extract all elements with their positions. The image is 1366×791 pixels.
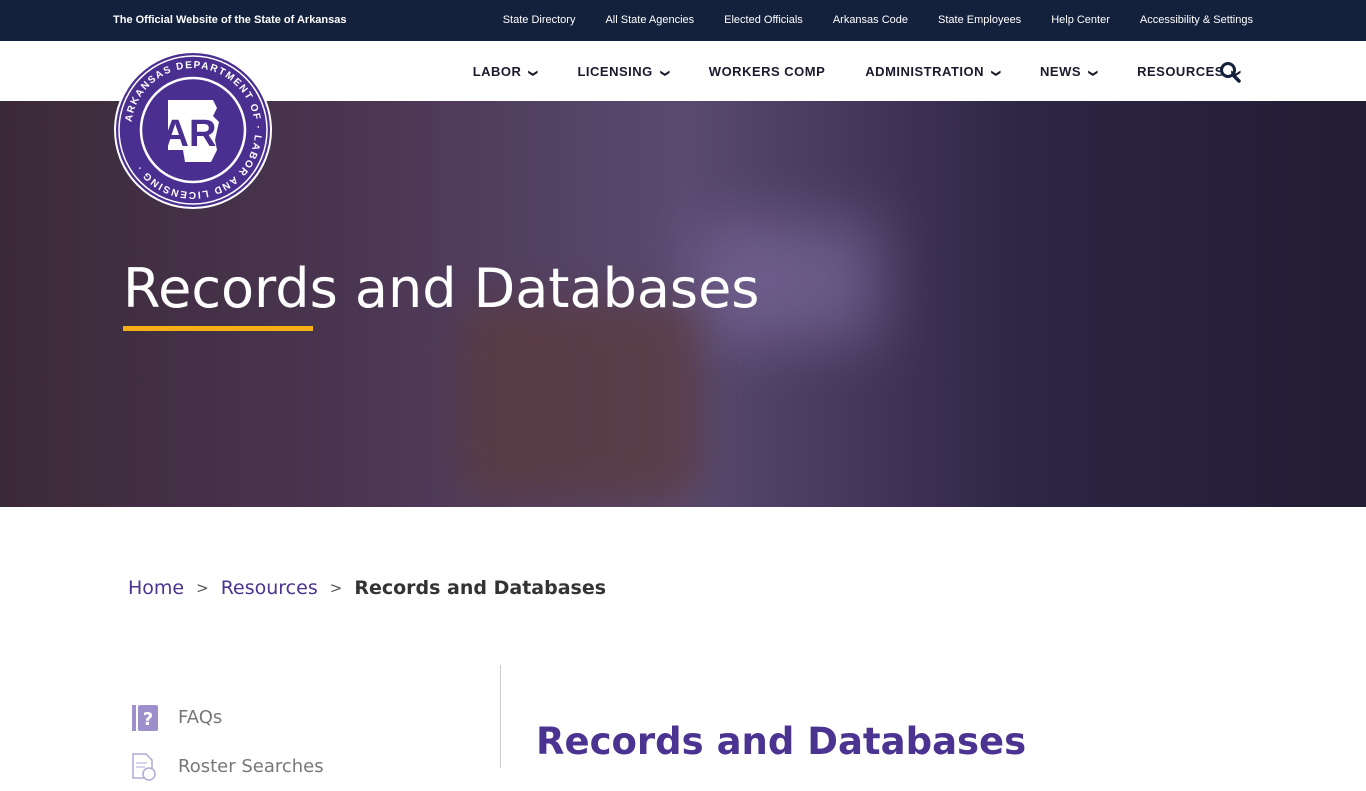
hero-title: Records and Databases: [123, 257, 760, 320]
nav-workers-comp[interactable]: WORKERS COMP: [709, 64, 826, 79]
nav-label: LICENSING: [577, 64, 653, 79]
nav-licensing[interactable]: LICENSING ❯: [577, 64, 671, 79]
nav-label: WORKERS COMP: [708, 64, 826, 79]
sidebar-item-label: FAQs: [178, 707, 223, 728]
breadcrumb-resources[interactable]: Resources: [221, 577, 318, 599]
chevron-down-icon: ❯: [991, 69, 1002, 78]
question-book-icon: ?: [132, 704, 158, 731]
top-bar: The Official Website of the State of Ark…: [0, 0, 1366, 41]
link-state-directory[interactable]: State Directory: [503, 14, 576, 26]
nav-label: ADMINISTRATION: [865, 64, 984, 79]
breadcrumb-separator: >: [196, 579, 209, 597]
sidebar-item-label: Roster Searches: [178, 756, 324, 777]
breadcrumb-separator: >: [329, 579, 343, 597]
top-links: State Directory All State Agencies Elect…: [503, 14, 1253, 26]
link-elected-officials[interactable]: Elected Officials: [724, 14, 803, 26]
agency-logo[interactable]: ARKANSAS DEPARTMENT OF · LABOR AND LICEN…: [113, 50, 273, 210]
nav-news[interactable]: NEWS ❯: [1040, 64, 1099, 79]
link-accessibility[interactable]: Accessibility & Settings: [1140, 14, 1253, 26]
document-search-icon: [132, 752, 156, 781]
chevron-down-icon: ❯: [1088, 69, 1099, 78]
svg-text:?: ?: [143, 709, 153, 730]
sidebar-menu: ? FAQs Roster Searches: [130, 693, 324, 791]
link-state-employees[interactable]: State Employees: [938, 14, 1021, 26]
sidebar-item-faqs[interactable]: ? FAQs: [130, 693, 324, 742]
svg-text:AR: AR: [162, 113, 217, 155]
breadcrumb-current: Records and Databases: [354, 577, 607, 599]
chevron-down-icon: ❯: [660, 69, 671, 78]
sidebar-item-roster-searches[interactable]: Roster Searches: [130, 742, 324, 791]
breadcrumb: Home > Resources > Records and Databases: [128, 577, 606, 599]
nav-label: NEWS: [1040, 64, 1082, 79]
breadcrumb-home[interactable]: Home: [128, 577, 184, 599]
content-title: Records and Databases: [536, 720, 1027, 763]
official-site-label: The Official Website of the State of Ark…: [113, 14, 347, 26]
nav-label: RESOURCES: [1137, 64, 1224, 79]
nav-administration[interactable]: ADMINISTRATION ❯: [865, 64, 1002, 79]
search-icon[interactable]: [1219, 61, 1241, 83]
chevron-down-icon: ❯: [528, 69, 539, 78]
column-divider: [500, 665, 501, 768]
title-underline: [123, 326, 313, 331]
nav-labor[interactable]: LABOR ❯: [472, 64, 539, 79]
link-arkansas-code[interactable]: Arkansas Code: [833, 14, 908, 26]
link-help-center[interactable]: Help Center: [1051, 14, 1110, 26]
link-all-state-agencies[interactable]: All State Agencies: [605, 14, 694, 26]
nav-label: LABOR: [472, 64, 522, 79]
